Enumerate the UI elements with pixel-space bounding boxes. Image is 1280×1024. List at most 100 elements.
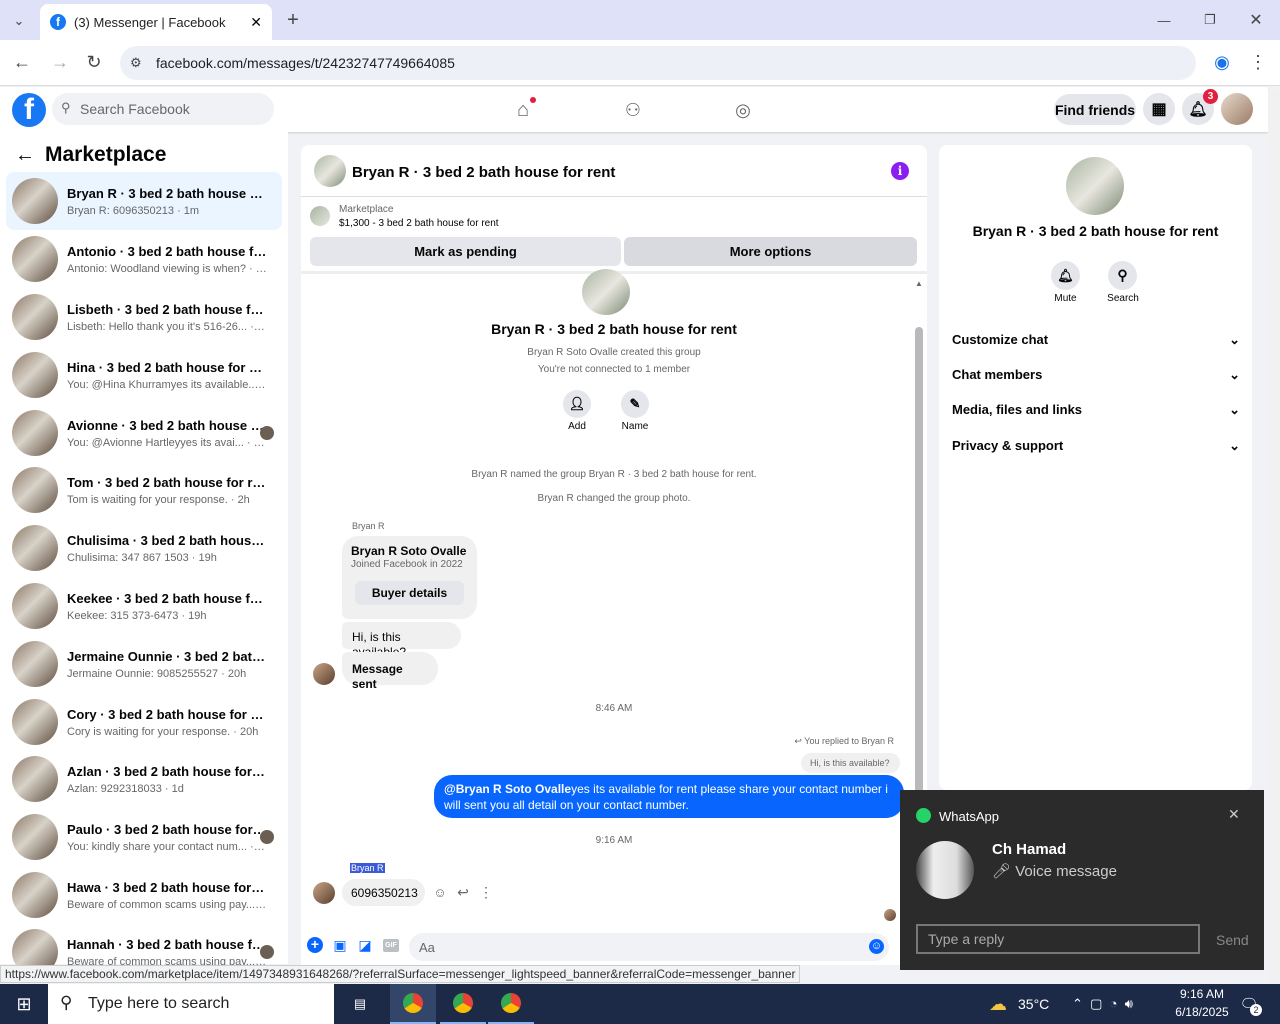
menu-kebab-icon[interactable]: ⋮ — [1248, 52, 1268, 72]
edit-name-icon[interactable]: ✎ — [621, 390, 649, 418]
message-bubble: Hi, is this available? — [342, 622, 461, 659]
reply-arrow-icon[interactable]: ↩ — [456, 884, 470, 900]
mute-bell-icon[interactable]: 🔔︎ — [1051, 261, 1080, 290]
browser-tab[interactable]: f (3) Messenger | Facebook ✕ — [40, 4, 272, 40]
search-chat-icon[interactable]: ⚲ — [1108, 261, 1137, 290]
list-title: Marketplace — [45, 143, 167, 166]
friends-icon[interactable]: ⚇ — [620, 98, 646, 122]
page-scrollbar[interactable] — [1268, 90, 1280, 984]
groups-icon[interactable]: ◎ — [730, 98, 756, 122]
buyer-card: Bryan R Soto Ovalle Joined Facebook in 2… — [342, 536, 477, 619]
privacy-support-section[interactable]: Privacy & support ⌄ — [952, 438, 1240, 454]
forward-icon[interactable]: → — [50, 52, 70, 72]
list-item[interactable]: Paulo · 3 bed 2 bath house for r... You: … — [6, 808, 282, 866]
clock-time[interactable]: 9:16 AM — [1162, 987, 1242, 1001]
mark-as-pending-button[interactable]: Mark as pending — [310, 237, 621, 266]
chat-avatar[interactable] — [314, 155, 346, 187]
list-item[interactable]: Hina · 3 bed 2 bath house for rent You: @… — [6, 346, 282, 404]
list-item[interactable]: Cory · 3 bed 2 bath house for rent Cory i… — [6, 693, 282, 751]
chrome-taskbar-icon[interactable] — [440, 984, 486, 1024]
list-item[interactable]: Keekee · 3 bed 2 bath house for rent Keek… — [6, 577, 282, 635]
list-item[interactable]: Hawa · 3 bed 2 bath house for rent Beware… — [6, 866, 282, 924]
close-tab-icon[interactable]: ✕ — [250, 14, 262, 31]
list-item[interactable]: Bryan R · 3 bed 2 bath house for r... Bry… — [6, 172, 282, 230]
react-emoji-icon[interactable]: ☺ — [433, 884, 447, 900]
list-item[interactable]: Avionne · 3 bed 2 bath house fo... You: @… — [6, 404, 282, 462]
tab-search-icon[interactable]: ⌄ — [8, 10, 30, 32]
list-item-text: Azlan · 3 bed 2 bath house for rent Azlan… — [67, 764, 267, 795]
add-person-icon[interactable]: 👤︎ — [563, 390, 591, 418]
close-window-icon[interactable]: ✕ — [1246, 8, 1266, 32]
tray-icons[interactable]: ⌃ ▢ ◔ 🔊︎ — [1072, 996, 1133, 1012]
list-item[interactable]: Azlan · 3 bed 2 bath house for rent Azlan… — [6, 750, 282, 808]
weather-icon[interactable]: ☁ — [986, 992, 1010, 1016]
restore-icon[interactable]: ❐ — [1200, 8, 1220, 32]
address-bar[interactable]: ⚙ facebook.com/messages/t/24232747749664… — [120, 46, 1196, 80]
list-item[interactable]: Antonio · 3 bed 2 bath house for r... Ant… — [6, 230, 282, 288]
back-arrow-icon[interactable]: ← — [14, 144, 36, 166]
more-actions-icon[interactable]: ⋮ — [479, 884, 493, 900]
buyer-details-button[interactable]: Buyer details — [355, 581, 464, 605]
emoji-icon[interactable]: ☺ — [869, 939, 884, 954]
conversation-title: Hannah · 3 bed 2 bath house for... — [67, 936, 267, 952]
conversation-preview: Jermaine Ounnie: 9085255527 · 20h — [67, 667, 247, 680]
sticker-icon[interactable]: ◪ — [357, 937, 373, 953]
list-item-text: Paulo · 3 bed 2 bath house for r... You: … — [67, 822, 267, 853]
sender-avatar — [313, 663, 335, 685]
list-item[interactable]: Jermaine Ounnie · 3 bed 2 bath ho... Jerm… — [6, 635, 282, 693]
chrome-taskbar-icon[interactable] — [488, 984, 534, 1024]
group-photo — [582, 269, 630, 315]
close-icon[interactable]: ✕ — [1228, 806, 1240, 823]
listing-link[interactable]: $1,300 - 3 bed 2 bath house for rent — [339, 218, 499, 229]
quoted-message[interactable]: Hi, is this available? — [801, 753, 900, 773]
mention[interactable]: @Bryan R Soto Ovalle — [444, 782, 571, 796]
reload-icon[interactable]: ↻ — [84, 52, 104, 72]
search-label: Search — [1107, 293, 1139, 304]
photo-icon[interactable]: ▣ — [332, 937, 348, 953]
info-title: Bryan R · 3 bed 2 bath house for rent — [972, 223, 1219, 239]
taskbar-search-input[interactable]: ⚲ Type here to search — [48, 984, 334, 1024]
add-attachment-icon[interactable]: + — [307, 937, 323, 953]
facebook-search-input[interactable]: ⚲ Search Facebook — [52, 93, 274, 125]
minimize-icon[interactable]: — — [1154, 8, 1174, 32]
site-info-icon[interactable]: ⚙ — [130, 55, 142, 71]
profile-icon[interactable]: ◉ — [1212, 52, 1232, 72]
message-input[interactable]: Aa — [409, 933, 889, 961]
avatar[interactable] — [1221, 93, 1253, 125]
add-label: Add — [568, 421, 586, 432]
read-receipt-avatar — [884, 909, 896, 921]
task-view-icon[interactable]: ▤ — [350, 994, 370, 1014]
gif-icon[interactable]: GIF — [383, 939, 399, 952]
section-label: Media, files and links — [952, 402, 1083, 417]
chrome-taskbar-icon[interactable] — [390, 984, 436, 1024]
list-item[interactable]: Tom · 3 bed 2 bath house for rent Tom is … — [6, 461, 282, 519]
list-item[interactable]: Chulisima · 3 bed 2 bath house for... Chu… — [6, 519, 282, 577]
clock-date[interactable]: 6/18/2025 — [1162, 1005, 1242, 1019]
facebook-logo-icon[interactable]: f — [12, 93, 46, 127]
back-icon[interactable]: ← — [12, 52, 32, 72]
section-label: Privacy & support — [952, 438, 1064, 453]
not-connected-notice: You're not connected to 1 member — [537, 364, 691, 375]
customize-chat-section[interactable]: Customize chat ⌄ — [952, 332, 1240, 348]
temperature[interactable]: 35°C — [1018, 996, 1049, 1012]
phone-message[interactable]: 6096350213 — [342, 879, 425, 906]
created-notice: Bryan R Soto Ovalle created this group — [527, 347, 701, 358]
chevron-down-icon: ⌄ — [1229, 438, 1240, 453]
list-item[interactable]: Lisbeth · 3 bed 2 bath house for rent Lis… — [6, 288, 282, 346]
new-tab-icon[interactable]: + — [282, 8, 304, 32]
info-icon[interactable]: i — [891, 162, 909, 180]
reply-input[interactable]: Type a reply — [916, 924, 1200, 954]
chat-header-title[interactable]: Bryan R · 3 bed 2 bath house for rent — [352, 164, 615, 181]
scroll-up-icon[interactable]: ▲ — [915, 279, 923, 288]
menu-grid-icon[interactable]: ▦ — [1143, 93, 1175, 125]
windows-start-icon[interactable]: ⊞ — [14, 994, 34, 1014]
more-options-button[interactable]: More options — [624, 237, 917, 266]
send-button[interactable]: Send — [1216, 932, 1249, 948]
conversation-preview: Azlan: 9292318033 · 1d — [67, 782, 184, 795]
message-bubble: Message sent — [342, 652, 438, 691]
media-files-section[interactable]: Media, files and links ⌄ — [952, 402, 1240, 418]
find-friends-button[interactable]: Find friends — [1054, 94, 1136, 125]
conversation-title: Paulo · 3 bed 2 bath house for r... — [67, 821, 267, 837]
conversation-list: ← Marketplace Bryan R · 3 bed 2 bath hou… — [0, 132, 288, 975]
chat-members-section[interactable]: Chat members ⌄ — [952, 367, 1240, 383]
